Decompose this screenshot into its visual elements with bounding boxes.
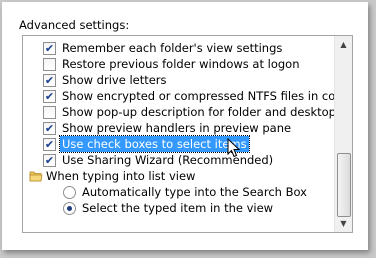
checkbox[interactable]: ✔ [43,74,56,87]
setting-label: Show encrypted or compressed NTFS files … [62,89,351,103]
scroll-up-arrow-icon[interactable]: ▲ [335,36,352,53]
setting-label: Show drive letters [62,73,167,87]
setting-label: Show preview handlers in preview pane [62,121,292,135]
folder-icon [29,171,43,182]
setting-label: Restore previous folder windows at logon [62,57,300,71]
mouse-pointer-icon [227,138,241,158]
advanced-settings-list[interactable]: ✔ Remember each folder's view settings R… [22,35,353,233]
setting-label: Show pop-up description for folder and d… [62,105,353,119]
setting-label: Remember each folder's view settings [62,41,283,55]
advanced-settings-heading: Advanced settings: [19,18,130,32]
option-label: Select the typed item in the view [82,201,274,215]
checkbox[interactable]: ✔ [43,42,56,55]
advanced-settings-panel: Advanced settings: ✔ Remember each folde… [2,2,368,250]
checkbox[interactable]: ✔ [43,154,56,167]
scroll-down-arrow-icon[interactable]: ▼ [335,215,352,232]
setting-label-selected: Use check boxes to select items [59,135,250,153]
option-label: Automatically type into the Search Box [82,185,307,199]
radio-button[interactable] [63,202,76,215]
setting-label: Use Sharing Wizard (Recommended) [62,153,274,167]
checkbox[interactable]: ✔ [43,122,56,135]
checkbox[interactable]: ✔ [43,90,56,103]
group-label: When typing into list view [46,169,196,183]
checkbox[interactable]: ✔ [43,138,56,151]
radio-button[interactable] [63,186,76,199]
vertical-scrollbar[interactable]: ▲ ▼ [334,36,352,232]
checkbox[interactable] [43,106,56,119]
checkbox[interactable] [43,58,56,71]
scrollbar-thumb[interactable] [337,153,351,217]
